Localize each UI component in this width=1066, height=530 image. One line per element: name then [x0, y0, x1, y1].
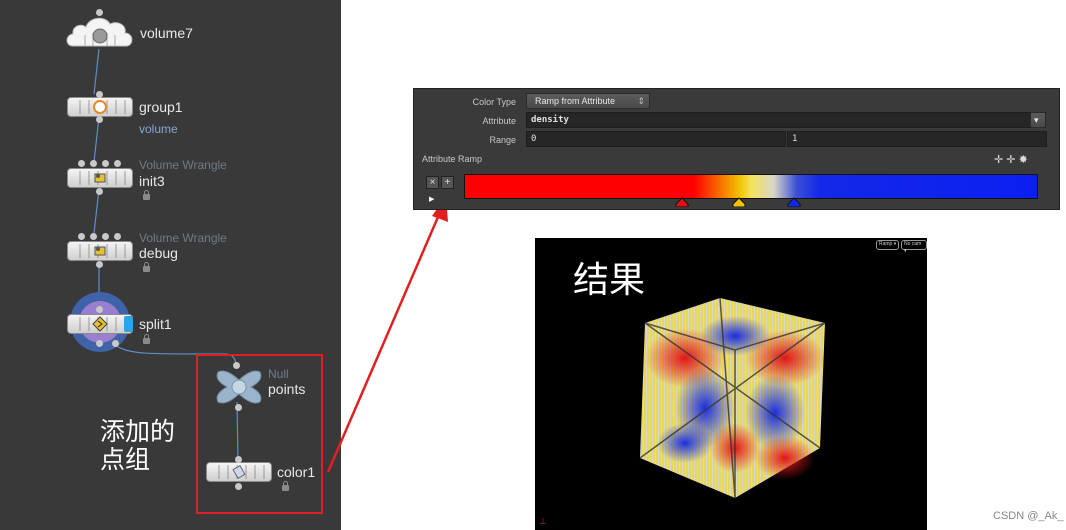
- watermark: CSDN @_Ak_: [993, 510, 1064, 522]
- parameter-panel: Color Type Ramp from Attribute ⇕ Attribu…: [413, 88, 1060, 210]
- chevron-down-icon: ▾: [1034, 115, 1039, 125]
- node-network-pane[interactable]: volume7 group1 volume Volume Wrangle ini…: [0, 0, 341, 530]
- ramp-add-button[interactable]: +: [441, 176, 454, 189]
- 3d-viewport[interactable]: Ramp ▾ No cam ▾ 结果 ⊥: [535, 238, 927, 530]
- group-node-name: group1: [139, 99, 183, 115]
- play-icon[interactable]: ▶: [429, 195, 434, 203]
- move-icon[interactable]: ✛: [1006, 154, 1015, 166]
- range-max-field[interactable]: 1: [787, 131, 1047, 147]
- split-node-name: split1: [139, 316, 172, 332]
- volume-node[interactable]: [65, 9, 135, 49]
- lock-icon: [143, 190, 150, 200]
- color-type-label: Color Type: [472, 97, 516, 107]
- gear-icon[interactable]: ✸: [1019, 154, 1028, 166]
- attribute-label: Attribute: [482, 116, 516, 126]
- ramp-tool-icons[interactable]: ✛ ✛ ✸: [994, 153, 1028, 166]
- color-type-dropdown[interactable]: Ramp from Attribute ⇕: [526, 93, 650, 109]
- init-node-name: init3: [139, 173, 165, 189]
- init-node-type: Volume Wrangle: [139, 158, 227, 172]
- debug-node-name: debug: [139, 245, 178, 261]
- debug-wrangle-node[interactable]: [67, 241, 133, 261]
- highlight-box: [196, 354, 323, 514]
- volume-node-name: volume7: [140, 25, 193, 41]
- color-type-value: Ramp from Attribute: [535, 96, 616, 106]
- range-label: Range: [489, 135, 516, 145]
- split-icon: [92, 316, 108, 332]
- group-node-label: volume: [139, 122, 178, 136]
- group-icon: [93, 100, 107, 114]
- volume-cube: [639, 297, 826, 499]
- wrangle-icon: [94, 246, 106, 256]
- ramp-menu[interactable]: Ramp ▾: [876, 240, 900, 250]
- ramp-label: Attribute Ramp: [422, 154, 483, 164]
- move-icon[interactable]: ✛: [994, 154, 1003, 166]
- ramp-keys[interactable]: [674, 195, 804, 207]
- group-node[interactable]: [67, 97, 133, 117]
- ramp-remove-button[interactable]: ×: [426, 176, 439, 189]
- camera-menu[interactable]: No cam ▾: [901, 240, 927, 254]
- attribute-field[interactable]: density: [526, 112, 1046, 128]
- cloud-icon: [66, 17, 133, 47]
- debug-node-type: Volume Wrangle: [139, 231, 227, 245]
- display-flag[interactable]: [124, 316, 133, 332]
- init-wrangle-node[interactable]: [67, 168, 133, 188]
- range-min-field[interactable]: 0: [526, 131, 786, 147]
- pointer-arrow: [326, 196, 448, 473]
- attribute-menu-button[interactable]: ▾: [1030, 112, 1046, 128]
- wrangle-icon: [94, 173, 106, 183]
- lock-icon: [143, 262, 150, 272]
- spinner-icon: ⇕: [637, 96, 645, 106]
- lock-icon: [143, 334, 150, 344]
- axis-gizmo-icon: ⊥: [539, 516, 547, 526]
- annotation-text: 添加的点组: [100, 417, 176, 474]
